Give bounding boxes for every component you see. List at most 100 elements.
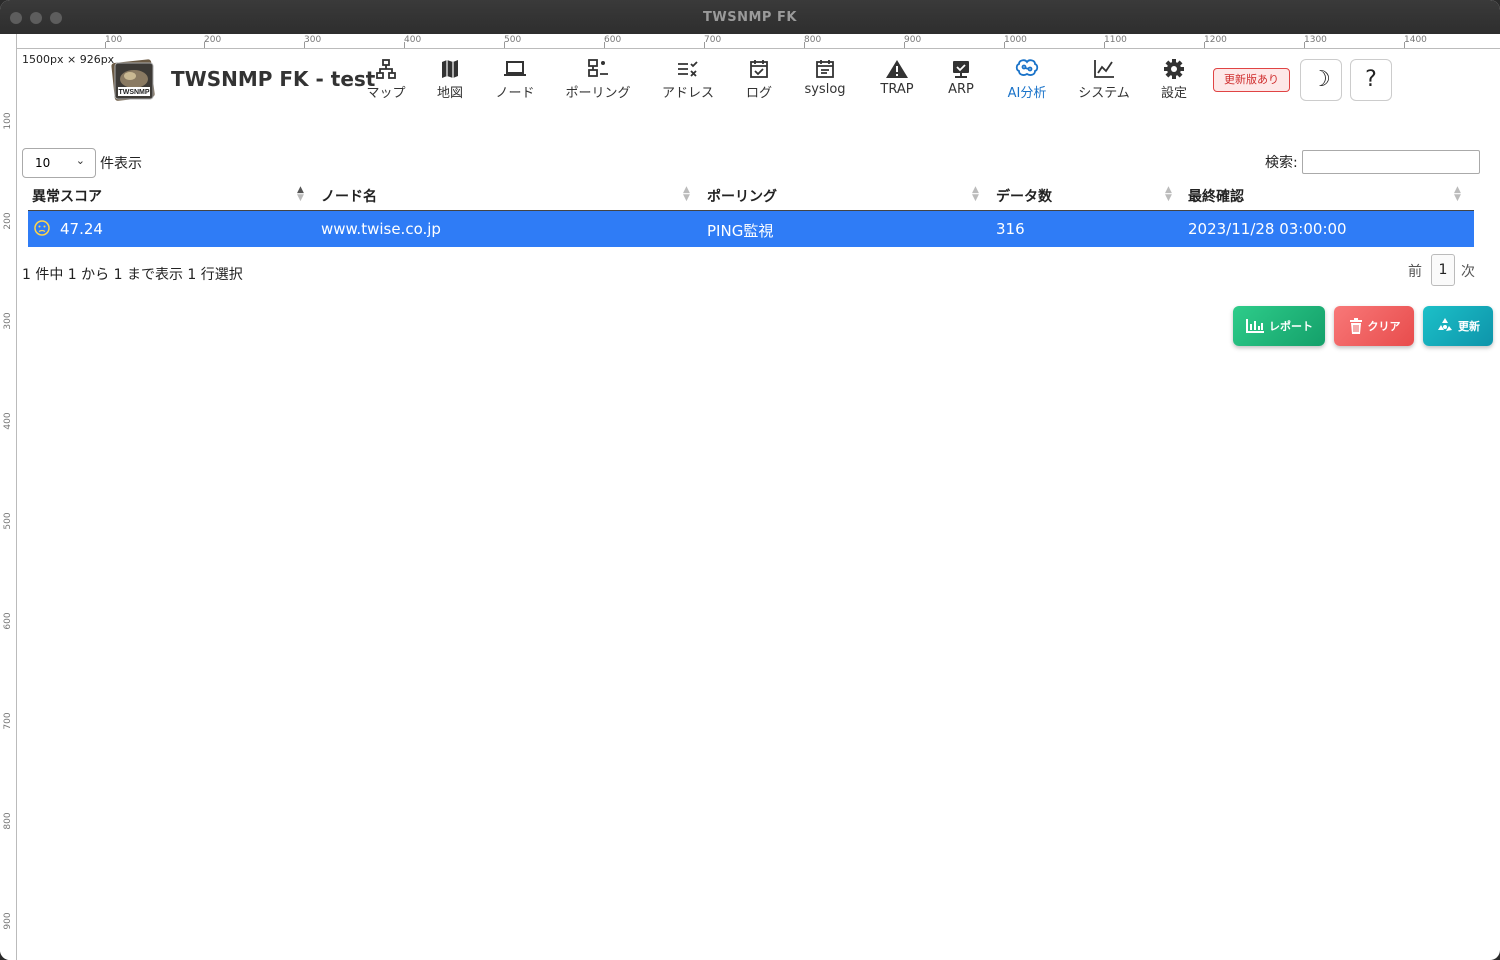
sort-icon[interactable]: ▲ ▼ [1165,186,1172,203]
column-header-node[interactable]: ノード名 [321,186,377,206]
calendar-check-icon [750,60,768,78]
laptop-icon [504,61,526,76]
line-chart-icon [1094,60,1114,78]
nav-item-geomap[interactable]: 地図 [432,58,468,102]
cell-last-check: 2023/11/28 03:00:00 [1188,220,1347,238]
pager-next-button[interactable]: 次 [1461,261,1475,281]
ruler-label: 700 [704,35,722,45]
nav-label: syslog [804,82,846,97]
nav-label: ログ [745,86,772,101]
ruler-label: 100 [3,112,13,130]
app-logo[interactable]: TWSNMP [110,57,158,103]
ruler-label: 1300 [1304,35,1327,45]
page-length-label: 件表示 [100,156,142,172]
ruler-label: 100 [105,35,123,45]
nav-item-trap[interactable]: TRAP [874,58,920,102]
ruler-label: 800 [804,35,822,45]
cell-count: 316 [996,220,1025,238]
nav-label: 地図 [436,86,463,101]
ruler-label: 400 [404,35,422,45]
sort-icon[interactable]: ▲ ▼ [683,186,690,203]
nav-item-settings[interactable]: 設定 [1158,58,1190,102]
refresh-button[interactable]: 更新 [1423,306,1493,346]
report-button[interactable]: レポート [1233,306,1325,346]
bar-chart-icon [1246,319,1264,333]
nav-label: システム [1078,86,1130,101]
column-header-polling[interactable]: ポーリング [707,186,777,206]
column-header-score[interactable]: 異常スコア [32,186,102,206]
cell-polling: PING監視 [707,222,774,240]
sort-icon[interactable]: ▲ ▼ [972,186,979,203]
calendar-list-icon [816,60,834,78]
ruler-label: 500 [504,35,522,45]
ruler-label: 300 [304,35,322,45]
ruler-label: 700 [3,712,13,730]
warning-icon [886,60,908,78]
clear-label: クリア [1367,320,1401,333]
sort-icon[interactable]: ▲ ▼ [1454,186,1461,203]
ruler-label: 1100 [1104,35,1127,45]
nav-item-arp[interactable]: ARP [942,58,980,102]
refresh-label: 更新 [1458,320,1480,333]
monitor-icon [953,61,969,78]
ruler-label: 300 [3,312,13,330]
nav-label: ARP [948,82,974,97]
cell-score: 47.24 [60,220,103,238]
column-header-last-check[interactable]: 最終確認 [1188,186,1244,206]
nav-item-node[interactable]: ノード [492,58,538,102]
table-header: 異常スコア ▲ ▼ ノード名 ▲ ▼ ポーリング ▲ ▼ データ数 ▲ ▼ 最終確認 ▲… [28,180,1474,211]
nav-label: 設定 [1160,86,1187,101]
report-label: レポート [1269,320,1313,333]
face-icon [34,220,50,236]
ruler-label: 900 [3,912,13,930]
nav-item-polling[interactable]: ポーリング [562,58,634,102]
theme-toggle-button[interactable]: ☽ [1300,59,1342,101]
dimensions-label: 1500px × 926px [22,53,115,66]
clear-button[interactable]: クリア [1334,306,1414,346]
chevron-down-icon: ⌄ [75,154,85,167]
ruler-label: 500 [3,512,13,530]
ruler-label: 900 [904,35,922,45]
cell-node: www.twise.co.jp [321,220,441,238]
ruler-top: 100 200 300 400 500 600 700 800 900 1000… [0,34,1500,49]
nav-item-system[interactable]: システム [1074,58,1134,102]
search-label: 検索: [1265,155,1298,171]
nav-label: マップ [366,86,406,101]
polling-icon [588,59,608,77]
brain-icon [1015,59,1039,76]
checklist-icon [678,61,698,77]
page-length-select[interactable]: 10 ⌄ [22,148,96,178]
pager-page-button[interactable]: 1 [1431,254,1455,286]
search-input[interactable] [1302,150,1480,174]
nav-label: アドレス [661,86,714,101]
sort-icon[interactable]: ▲ ▼ [297,186,304,203]
nav-label: ノード [495,86,535,101]
nav-label: TRAP [880,82,914,97]
update-available-badge[interactable]: 更新版あり [1213,68,1290,92]
ruler-left: 100 200 300 400 500 600 700 800 900 [0,34,17,960]
window-titlebar: TWSNMP FK [0,0,1500,35]
table-info: 1 件中 1 から 1 まで表示 1 行選択 [22,267,243,283]
page-length-value: 10 [35,156,51,170]
help-button[interactable]: ? [1350,59,1392,101]
logo-text: TWSNMP [118,89,149,96]
app-title: TWSNMP FK - test [171,67,376,91]
recycle-icon [1438,318,1452,331]
nav-item-ai[interactable]: AI分析 [1004,58,1050,102]
app-window: TWSNMP FK 100 200 300 400 500 600 700 80… [0,0,1500,960]
ruler-label: 1200 [1204,35,1227,45]
nav-item-address[interactable]: アドレス [658,58,718,102]
ruler-label: 1400 [1404,35,1427,45]
gear-icon [1164,59,1184,79]
nav-label: AI分析 [1007,86,1047,101]
map-icon [442,60,458,78]
column-header-count[interactable]: データ数 [996,186,1052,206]
trash-icon [1349,318,1362,334]
nav-item-log[interactable]: ログ [742,58,776,102]
network-icon [376,59,396,79]
nav-item-map[interactable]: マップ [364,58,408,102]
pager-prev-button[interactable]: 前 [1408,261,1422,281]
ruler-label: 800 [3,812,13,830]
table-row[interactable]: 47.24 www.twise.co.jp PING監視 316 2023/11… [28,211,1474,247]
nav-item-syslog[interactable]: syslog [800,58,850,102]
